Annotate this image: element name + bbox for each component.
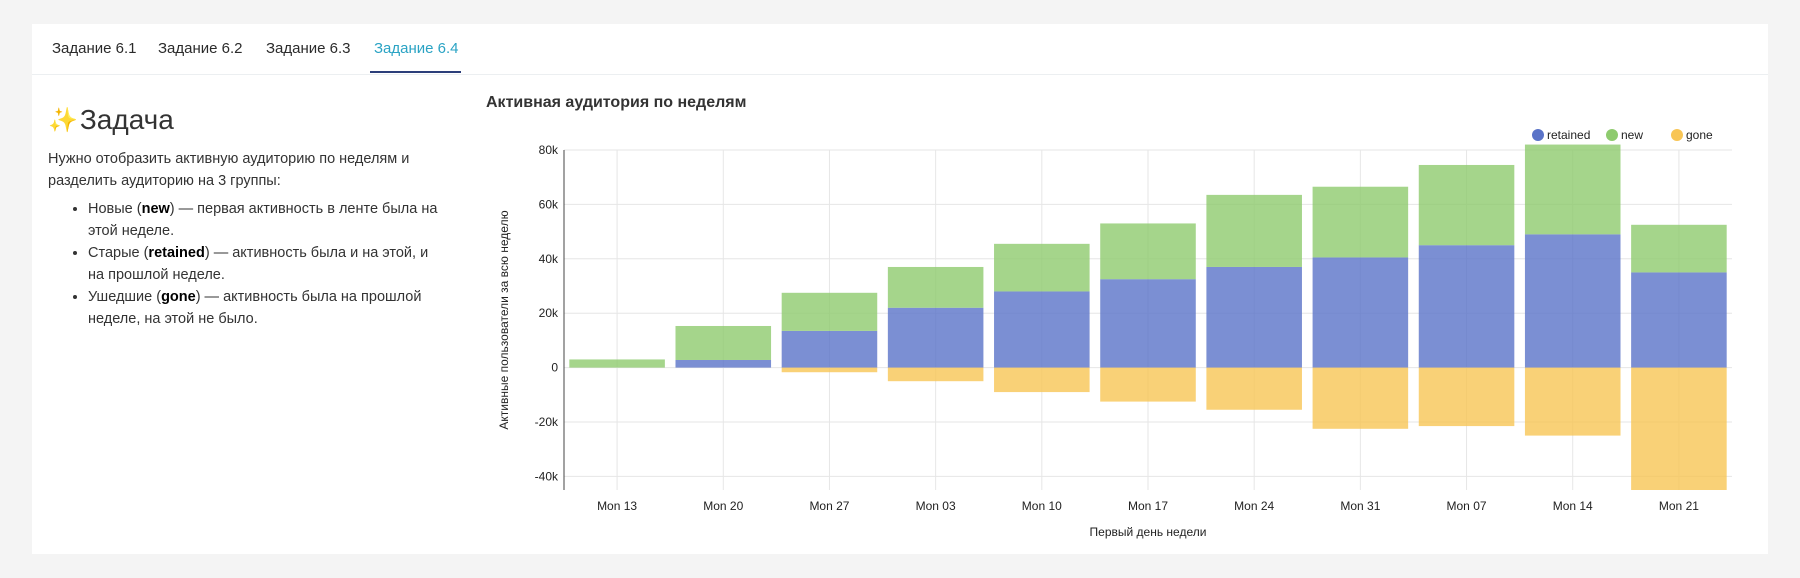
legend-label: new xyxy=(1621,128,1643,142)
bar-retained[interactable] xyxy=(1206,266,1302,368)
task-heading: ✨ Задача xyxy=(48,104,448,136)
bar-gone[interactable] xyxy=(1100,367,1196,402)
task-intro: Нужно отобразить активную аудиторию по н… xyxy=(48,151,410,189)
item-keyword: gone xyxy=(161,289,196,305)
y-tick-label: 20k xyxy=(539,306,559,320)
task-heading-text: Задача xyxy=(79,104,174,135)
bar-retained[interactable] xyxy=(1312,257,1409,368)
bar-retained[interactable] xyxy=(994,291,1090,368)
bar-retained[interactable] xyxy=(675,359,772,368)
y-tick-label: 80k xyxy=(539,143,559,157)
y-tick-label: -20k xyxy=(535,415,559,429)
x-tick-label: Mon 14 xyxy=(1553,499,1593,513)
legend-label: retained xyxy=(1547,128,1590,142)
list-item: Новые (new) — первая активность в ленте … xyxy=(88,198,448,242)
tab-task-6-2[interactable]: Задание 6.2 xyxy=(158,40,243,57)
bar-new[interactable] xyxy=(675,325,772,360)
y-tick-label: 60k xyxy=(539,197,559,211)
weekly-audience-chart: 80k 60k 40k 20k 0 -20k -40k Mon 13 Mon 20 Mon 27 M… xyxy=(497,128,1732,539)
x-tick-label: Mon 27 xyxy=(809,499,849,513)
legend-swatch-new xyxy=(1606,129,1618,141)
y-tick-label: 0 xyxy=(551,361,558,375)
bar-gone[interactable] xyxy=(994,367,1090,393)
bar-new[interactable] xyxy=(1524,144,1621,235)
bar-gone[interactable] xyxy=(1631,367,1727,490)
bar-new[interactable] xyxy=(569,359,665,368)
legend-label: gone xyxy=(1686,128,1713,142)
bar-new[interactable] xyxy=(887,266,984,308)
bar-gone[interactable] xyxy=(1524,367,1621,436)
y-tick-label: -40k xyxy=(535,469,559,483)
bar-retained[interactable] xyxy=(1524,234,1621,368)
list-item: Старые (retained) — активность была и на… xyxy=(88,242,448,286)
bar-retained[interactable] xyxy=(1631,272,1727,368)
bar-gone[interactable] xyxy=(1206,367,1302,410)
y-tick-label: 40k xyxy=(539,252,559,266)
bar-new[interactable] xyxy=(994,243,1090,292)
x-tick-label: Mon 21 xyxy=(1659,499,1699,513)
x-tick-label: Mon 24 xyxy=(1234,499,1274,513)
x-tick-label: Mon 31 xyxy=(1340,499,1380,513)
list-item: Ушедшие (gone) — активность была на прош… xyxy=(88,286,448,330)
item-prefix: Ушедшие ( xyxy=(88,289,162,305)
tab-task-6-4[interactable]: Задание 6.4 xyxy=(374,40,459,57)
item-prefix: Новые ( xyxy=(88,201,142,217)
legend-swatch-retained xyxy=(1532,129,1544,141)
bar-retained[interactable] xyxy=(1418,245,1515,368)
bar-retained[interactable] xyxy=(887,307,984,368)
x-tick-label: Mon 10 xyxy=(1022,499,1062,513)
legend-item-gone[interactable]: gone xyxy=(1671,128,1713,142)
active-tab-indicator xyxy=(370,71,461,73)
item-prefix: Старые ( xyxy=(88,245,149,261)
legend-item-retained[interactable]: retained xyxy=(1532,128,1590,142)
bar-new[interactable] xyxy=(1418,164,1515,246)
item-keyword: retained xyxy=(148,245,205,261)
bar-gone[interactable] xyxy=(1418,367,1515,427)
x-tick-label: Mon 13 xyxy=(597,499,637,513)
item-keyword: new xyxy=(141,201,170,217)
bar-retained[interactable] xyxy=(1100,279,1196,368)
bar-gone[interactable] xyxy=(1312,367,1409,429)
x-tick-label: Mon 03 xyxy=(916,499,956,513)
bar-new[interactable] xyxy=(781,292,878,331)
bar-new[interactable] xyxy=(1206,194,1302,267)
sparkles-icon: ✨ xyxy=(48,106,78,134)
bar-new[interactable] xyxy=(1312,186,1409,258)
bar-gone[interactable] xyxy=(781,367,878,373)
tab-task-6-1[interactable]: Задание 6.1 xyxy=(52,40,137,57)
legend-item-new[interactable]: new xyxy=(1606,128,1643,142)
tab-task-6-3[interactable]: Задание 6.3 xyxy=(266,40,351,57)
x-tick-label: Mon 07 xyxy=(1447,499,1487,513)
tab-bar: Задание 6.1 Задание 6.2 Задание 6.3 Зада… xyxy=(32,24,1768,75)
bar-gone[interactable] xyxy=(887,367,984,382)
x-axis-label: Первый день недели xyxy=(1090,525,1207,539)
x-tick-label: Mon 17 xyxy=(1128,499,1168,513)
task-panel: ✨ Задача Нужно отобразить активную аудит… xyxy=(48,104,448,330)
bar-new[interactable] xyxy=(1100,223,1196,280)
task-list: Новые (new) — первая активность в ленте … xyxy=(48,198,448,330)
bar-retained[interactable] xyxy=(781,330,878,368)
x-tick-label: Mon 20 xyxy=(703,499,743,513)
y-axis-label: Активные пользователи за всю неделю xyxy=(497,210,511,429)
legend-swatch-gone xyxy=(1671,129,1683,141)
bar-new[interactable] xyxy=(1631,224,1727,273)
